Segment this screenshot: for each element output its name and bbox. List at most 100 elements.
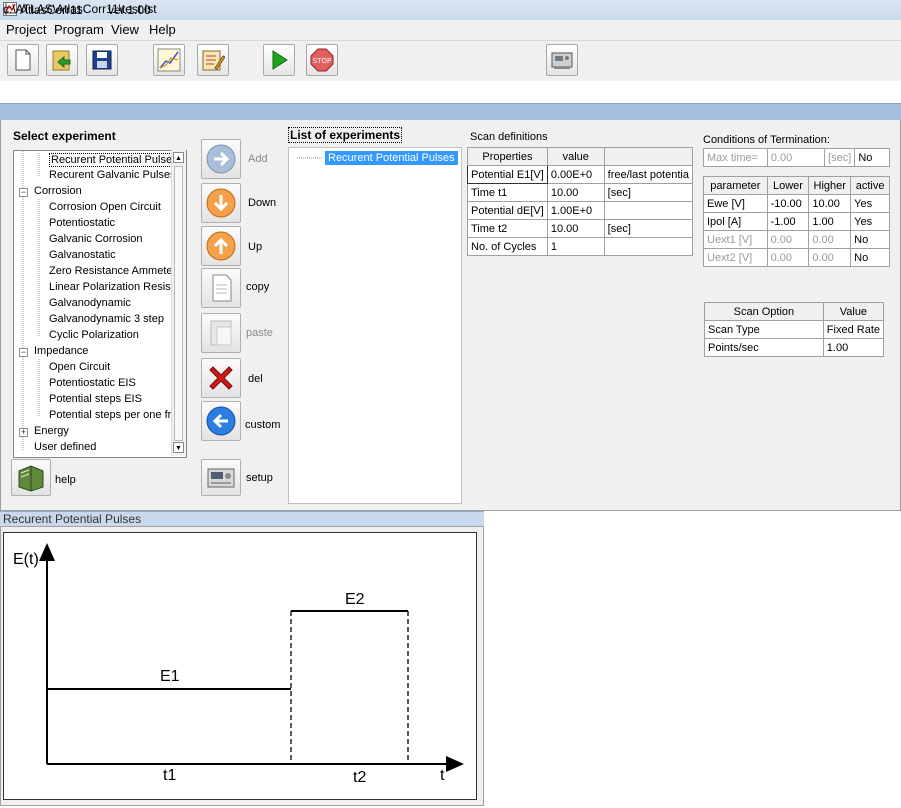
value-cell[interactable]: 1 xyxy=(546,237,605,256)
property-cell[interactable]: Potential dE[V] xyxy=(467,201,548,220)
tree-item[interactable]: Corrosion Open Circuit xyxy=(49,201,161,213)
paste-button[interactable] xyxy=(201,313,241,353)
tree-item[interactable]: Open Circuit xyxy=(49,361,110,373)
scroll-up-arrow[interactable]: ▲ xyxy=(173,152,184,163)
property-cell[interactable]: Potential E1[V] xyxy=(467,165,548,184)
higher-cell[interactable]: 0.00 xyxy=(808,248,852,267)
table-row: Uext2 [V] 0.00 0.00 No xyxy=(703,248,890,267)
value-cell[interactable]: 10.00 xyxy=(546,219,605,238)
down-button[interactable] xyxy=(201,183,241,223)
max-time-active[interactable]: No xyxy=(854,148,890,167)
higher-cell[interactable]: 1.00 xyxy=(808,212,852,231)
svg-text:STOP: STOP xyxy=(313,57,331,65)
scroll-thumb[interactable] xyxy=(174,166,183,441)
column-header: Higher xyxy=(808,176,852,195)
termination-table: parameter Lower Higher active Ewe [V] -1… xyxy=(703,176,890,267)
tree-item[interactable]: Recurent Galvanic Pulses xyxy=(49,169,176,181)
column-header: parameter xyxy=(703,176,768,195)
unit-cell xyxy=(603,201,694,220)
help-button[interactable] xyxy=(11,459,51,496)
t2-label: t2 xyxy=(353,769,366,786)
active-cell[interactable]: Yes xyxy=(850,194,890,213)
device-button[interactable] xyxy=(546,44,578,76)
tree-toggle[interactable]: + xyxy=(19,428,28,437)
max-time-unit: [sec] xyxy=(824,148,856,167)
up-button[interactable] xyxy=(201,226,241,266)
parameter-cell: Ipol [A] xyxy=(703,212,768,231)
value-cell[interactable]: 10.00 xyxy=(546,183,605,202)
scan-definitions-table: Properties value Potential E1[V] 0.00E+0… xyxy=(467,147,694,256)
unit-cell: free/last potentia xyxy=(603,165,694,184)
help-label: help xyxy=(55,474,76,486)
tree-item[interactable]: Galvanodynamic xyxy=(49,297,131,309)
tree-toggle[interactable]: − xyxy=(19,188,28,197)
tree-scrollbar[interactable]: ▲ ▼ xyxy=(171,150,186,456)
arrow-down-icon xyxy=(206,188,236,218)
property-cell[interactable]: Time t2 xyxy=(467,219,548,238)
max-time-value[interactable]: 0.00 xyxy=(766,148,826,167)
tree-item[interactable]: Galvanostatic xyxy=(49,249,116,261)
experiment-list[interactable]: Recurent Potential Pulses xyxy=(288,147,462,504)
menu-help[interactable]: Help xyxy=(147,22,178,37)
menu-program[interactable]: Program xyxy=(52,22,106,37)
menu-view[interactable]: View xyxy=(109,22,141,37)
tree-group[interactable]: User defined xyxy=(34,441,96,453)
delete-button[interactable] xyxy=(201,358,241,398)
file-path: c:\ATLAS\AtlasCorr11\test.lst xyxy=(3,2,157,16)
new-button[interactable] xyxy=(7,44,39,76)
lower-cell[interactable]: 0.00 xyxy=(766,230,810,249)
higher-cell[interactable]: 0.00 xyxy=(808,230,852,249)
property-cell[interactable]: Time t1 xyxy=(467,183,548,202)
option-value-cell[interactable]: 1.00 xyxy=(822,338,885,357)
max-time-label: Max time= xyxy=(703,148,768,167)
tree-item[interactable]: Potentiostatic EIS xyxy=(49,377,136,389)
setup-button[interactable] xyxy=(201,459,241,496)
add-button[interactable] xyxy=(201,139,241,179)
save-button[interactable] xyxy=(86,44,118,76)
tree-group[interactable]: Impedance xyxy=(34,345,88,357)
active-cell[interactable]: Yes xyxy=(850,212,890,231)
lower-cell[interactable]: -1.00 xyxy=(766,212,810,231)
custom-button[interactable] xyxy=(201,401,241,441)
table-row: No. of Cycles 1 xyxy=(467,237,694,256)
run-button[interactable] xyxy=(263,44,295,76)
tree-item[interactable]: Potentiostatic xyxy=(49,217,115,229)
scan-definitions-label: Scan definitions xyxy=(470,131,548,143)
add-label: Add xyxy=(248,153,268,165)
tree-group[interactable]: Energy xyxy=(34,425,69,437)
value-cell[interactable]: 1.00E+0 xyxy=(546,201,605,220)
tree-group[interactable]: Corrosion xyxy=(34,185,82,197)
tree-item[interactable]: Potential steps EIS xyxy=(49,393,142,405)
stop-button[interactable]: STOP xyxy=(306,44,338,76)
lower-cell[interactable]: 0.00 xyxy=(766,248,810,267)
tree-item[interactable]: Galvanodynamic 3 step xyxy=(49,313,164,325)
tree-item[interactable]: Linear Polarization Resista xyxy=(49,281,180,293)
open-button[interactable] xyxy=(46,44,78,76)
chart-button[interactable] xyxy=(153,44,185,76)
scan-option-table: Scan Option Value Scan Type Fixed Rate P… xyxy=(704,302,885,357)
tree-item[interactable]: Galvanic Corrosion xyxy=(49,233,143,245)
copy-button[interactable] xyxy=(201,268,241,308)
tree-item[interactable]: Zero Resistance Ammeter xyxy=(49,265,176,277)
lower-cell[interactable]: -10.00 xyxy=(766,194,810,213)
higher-cell[interactable]: 10.00 xyxy=(808,194,852,213)
property-cell[interactable]: No. of Cycles xyxy=(467,237,548,256)
scroll-down-arrow[interactable]: ▼ xyxy=(173,442,184,453)
option-value-cell[interactable]: Fixed Rate xyxy=(822,320,885,339)
menu-project[interactable]: Project xyxy=(4,22,48,37)
active-cell[interactable]: No xyxy=(850,248,890,267)
table-row: Ewe [V] -10.00 10.00 Yes xyxy=(703,194,890,213)
value-cell[interactable]: 0.00E+0 xyxy=(546,165,605,184)
table-row: Ipol [A] -1.00 1.00 Yes xyxy=(703,212,890,231)
tree-item[interactable]: Recurent Potential Pulses xyxy=(49,153,180,167)
list-connector xyxy=(297,157,323,159)
max-time-table: Max time= 0.00 [sec] No xyxy=(703,148,890,167)
tree-toggle[interactable]: − xyxy=(19,348,28,357)
edit-button[interactable] xyxy=(197,44,229,76)
save-icon xyxy=(92,50,112,70)
experiment-tree[interactable]: Recurent Potential Pulses Recurent Galvan… xyxy=(13,150,187,458)
tree-item[interactable]: Cyclic Polarization xyxy=(49,329,139,341)
active-cell[interactable]: No xyxy=(850,230,890,249)
list-item[interactable]: Recurent Potential Pulses xyxy=(325,151,458,165)
tree-item[interactable]: Potential steps per one fre xyxy=(49,409,177,421)
